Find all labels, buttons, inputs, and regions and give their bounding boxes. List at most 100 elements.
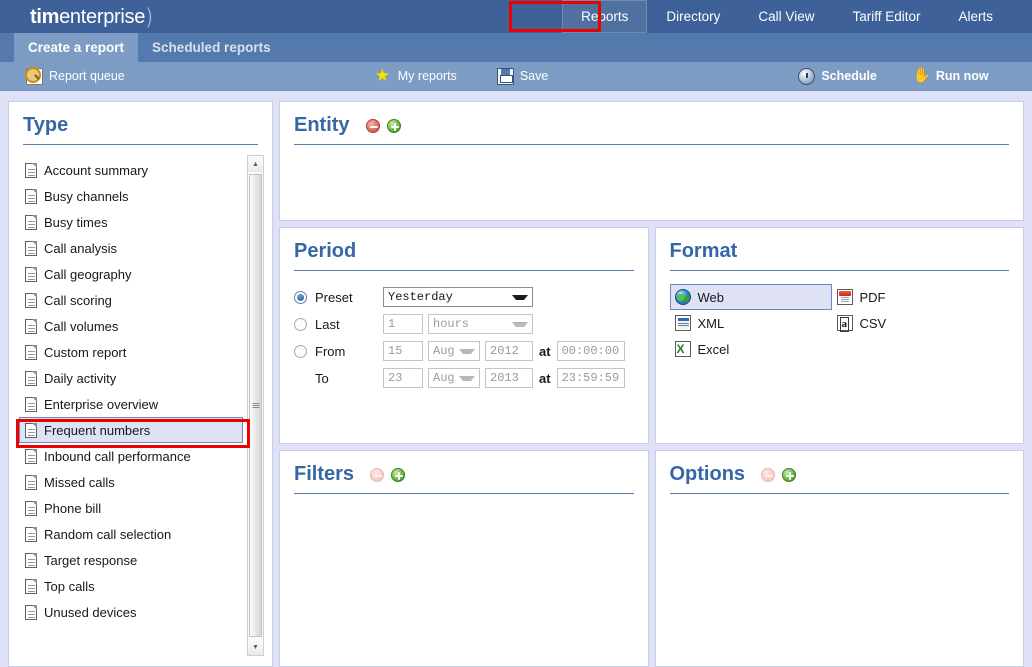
period-from-radio[interactable] [294,344,307,358]
type-item-call-scoring[interactable]: Call scoring [19,287,243,313]
document-icon [25,604,37,620]
period-to-month-select[interactable]: Aug [428,368,480,388]
scrollbar-thumb[interactable] [249,174,262,637]
document-icon [25,318,37,334]
xml-icon [674,315,691,331]
filters-panel-rule [294,493,634,494]
type-item-phone-bill[interactable]: Phone bill [19,495,243,521]
my-reports-button[interactable]: ★ My reports [375,67,457,85]
type-item-frequent-numbers[interactable]: Frequent numbers [19,417,243,443]
type-item-enterprise-overview[interactable]: Enterprise overview [19,391,243,417]
logo-swoosh-icon: ) [146,4,152,28]
type-item-call-analysis[interactable]: Call analysis [19,235,243,261]
schedule-label: Schedule [821,69,877,83]
type-item-busy-times[interactable]: Busy times [19,209,243,235]
format-option-label: Excel [697,341,730,357]
type-item-label: Call geography [44,266,132,282]
type-item-missed-calls[interactable]: Missed calls [19,469,243,495]
type-panel-title: Type [23,114,69,136]
period-preset-select[interactable]: Yesterday [383,287,533,307]
entity-add-icon[interactable] [386,118,401,133]
nav-item-directory[interactable]: Directory [647,0,739,33]
period-last-unit-select[interactable]: hours [428,314,533,334]
period-preset-radio[interactable] [294,290,307,304]
document-icon [25,214,37,230]
options-panel-header: Options [656,451,1024,493]
schedule-button[interactable]: Schedule [798,67,877,85]
type-panel-rule [23,144,258,145]
nav-end-spacer [1012,0,1032,33]
nav-item-alerts[interactable]: Alerts [939,0,1012,33]
chevron-down-icon [512,321,528,327]
period-from-month-select[interactable]: Aug [428,341,480,361]
clock-icon [798,67,816,85]
run-now-label: Run now [935,69,989,83]
report-queue-button[interactable]: Report queue [25,66,125,85]
document-icon [25,240,37,256]
tab-create-a-report[interactable]: Create a report [14,33,139,62]
type-item-call-geography[interactable]: Call geography [19,261,243,287]
period-last-radio[interactable] [294,317,307,331]
type-item-account-summary[interactable]: Account summary [19,157,243,183]
period-from-year-input[interactable]: 2012 [485,341,533,361]
type-item-label: Enterprise overview [44,396,159,412]
tab-scheduled-reports[interactable]: Scheduled reports [138,33,285,62]
options-panel-controls [761,467,797,482]
scroll-down-arrow-icon[interactable]: ▼ [248,639,263,655]
type-item-top-calls[interactable]: Top calls [19,573,243,599]
scrollbar-track[interactable] [248,172,263,639]
period-from-time-input[interactable]: 00:00:00 [556,341,625,361]
format-option-excel[interactable]: Excel [670,336,832,362]
period-from-day-input[interactable]: 15 [383,341,423,361]
type-item-random-call-selection[interactable]: Random call selection [19,521,243,547]
type-item-inbound-call-performance[interactable]: Inbound call performance [19,443,243,469]
period-to-label: To [315,370,329,386]
format-options: Web XML Excel [656,271,1024,362]
type-item-label: Unused devices [44,604,137,620]
period-last-amount-input[interactable]: 1 [383,314,423,334]
type-panel: Type Account summary Busy channels Busy … [8,101,273,667]
logo-text-regular: enterprise [59,5,146,28]
filters-options-row: Filters Options [279,450,1024,667]
left-column: Type Account summary Busy channels Busy … [8,101,273,667]
primary-navigation: Reports Directory Call View Tariff Edito… [562,0,1032,33]
scroll-up-arrow-icon[interactable]: ▲ [248,156,263,172]
filters-add-icon[interactable] [391,467,406,482]
type-item-call-volumes[interactable]: Call volumes [19,313,243,339]
nav-item-call-view[interactable]: Call View [739,0,833,33]
nav-item-tariff-editor[interactable]: Tariff Editor [833,0,939,33]
type-item-unused-devices[interactable]: Unused devices [19,599,243,625]
scrollbar-grip-icon [252,402,259,409]
period-last-label: Last [315,316,340,332]
period-to-time-input[interactable]: 23:59:59 [556,368,625,388]
document-icon [25,188,37,204]
type-list-container: Account summary Busy channels Busy times… [19,155,264,656]
chevron-down-icon [459,348,475,354]
type-item-custom-report[interactable]: Custom report [19,339,243,365]
type-item-busy-channels[interactable]: Busy channels [19,183,243,209]
document-icon [25,474,37,490]
filters-panel-controls [370,467,406,482]
type-item-daily-activity[interactable]: Daily activity [19,365,243,391]
logo-text-bold: tim [30,5,60,28]
document-icon [25,422,37,438]
format-option-web[interactable]: Web [669,284,832,310]
run-now-button[interactable]: ✋ Run now [913,67,989,85]
period-to-day-input[interactable]: 23 [383,368,423,388]
save-button[interactable]: Save [496,67,549,85]
period-from-label: From [315,343,346,359]
format-option-pdf[interactable]: PDF [832,284,888,310]
entity-remove-icon[interactable] [365,118,380,133]
pdf-icon [836,289,853,305]
period-to-year-input[interactable]: 2013 [485,368,533,388]
options-add-icon[interactable] [782,467,797,482]
type-item-target-response[interactable]: Target response [19,547,243,573]
type-list-scrollbar[interactable]: ▲ ▼ [247,155,264,656]
nav-item-reports[interactable]: Reports [562,0,648,33]
save-label: Save [519,69,549,83]
type-item-label: Inbound call performance [44,448,191,464]
format-panel: Format Web XML X Excel PDF a CSV [654,227,1024,444]
format-option-label: XML [697,315,725,331]
format-option-csv[interactable]: CSV [832,310,888,336]
format-option-xml[interactable]: XML [670,310,832,336]
